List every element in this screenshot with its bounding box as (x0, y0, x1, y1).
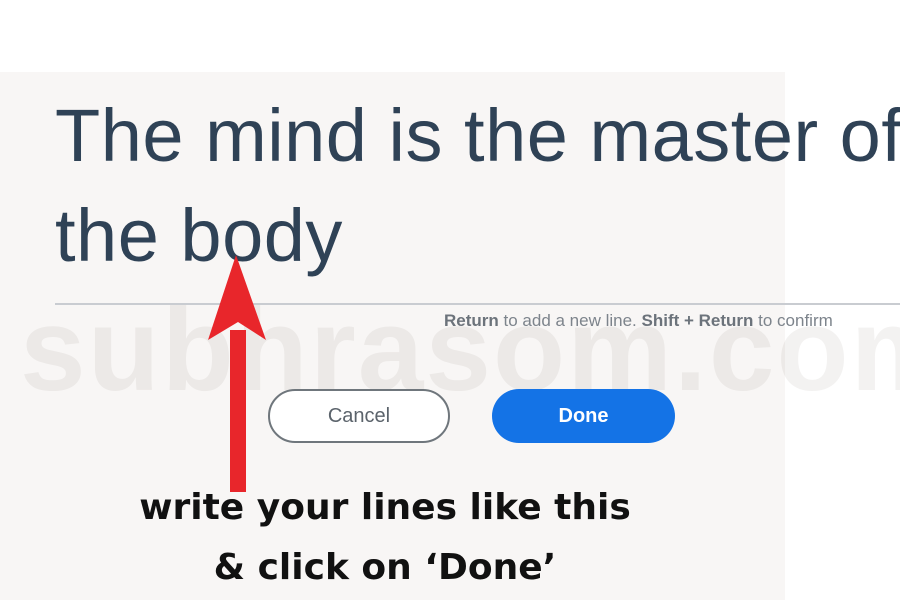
hint-text: to add a new line. (498, 311, 642, 330)
text-line: The mind is the master of (55, 94, 900, 177)
hint-key-shift-return: Shift + Return (641, 311, 754, 330)
hint-text: to confirm (753, 311, 833, 330)
screenshot-stage: subhrasom.com The mind is the master of … (0, 0, 900, 600)
input-underline (55, 303, 900, 305)
caption-line: write your lines like this (139, 487, 631, 528)
done-button[interactable]: Done (492, 389, 675, 443)
text-line: the body (55, 194, 343, 277)
multiline-text-input[interactable]: The mind is the master of the body (55, 86, 900, 286)
hint-key-return: Return (444, 311, 499, 330)
keyboard-hint: Return to add a new line. Shift + Return… (444, 311, 833, 331)
caption-line: & click on ‘Done’ (213, 547, 557, 588)
cancel-button[interactable]: Cancel (268, 389, 450, 443)
instruction-caption: write your lines like this & click on ‘D… (100, 478, 670, 598)
